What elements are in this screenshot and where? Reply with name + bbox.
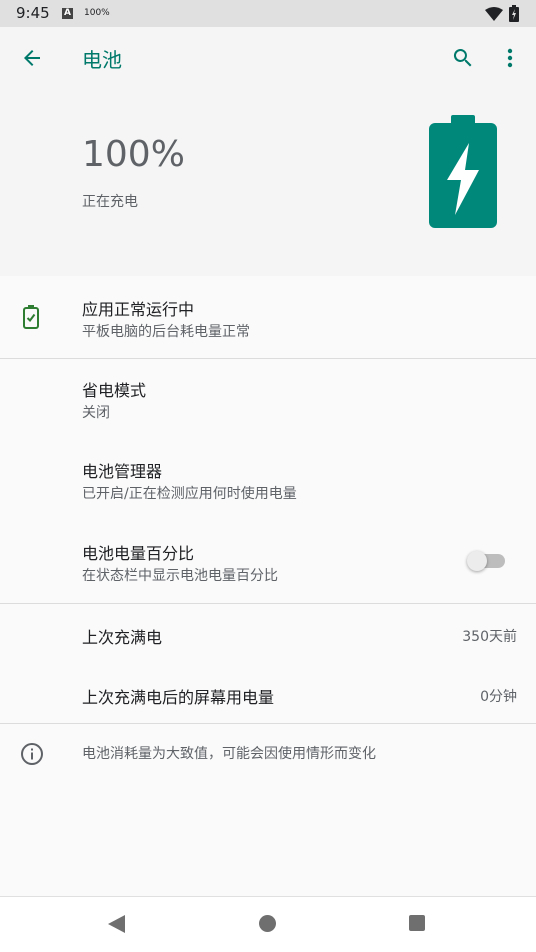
battery-percentage-summary: 在状态栏中显示电池电量百分比 [82,568,278,584]
info-icon [20,742,44,770]
battery-saver-title: 省电模式 [82,381,147,400]
battery-header: 100% 正在充电 [0,89,536,276]
battery-saver-item[interactable]: 省电模式 关闭 [0,359,536,440]
status-tip-summary: 平板电脑的后台耗电量正常 [82,324,250,340]
battery-manager-item[interactable]: 电池管理器 已开启/正在检测应用何时使用电量 [0,440,536,522]
search-icon[interactable] [451,46,475,74]
battery-state: 正在充电 [82,194,138,210]
battery-charging-icon [429,115,497,232]
battery-charging-icon [509,5,519,26]
battery-percentage-toggle[interactable] [467,549,507,573]
status-time: 9:45 [16,4,50,22]
battery-level: 100% [82,134,185,175]
screen-usage-title: 上次充满电后的屏幕用电量 [82,688,275,707]
wifi-icon [485,6,503,25]
footer-text: 电池消耗量为大致值，可能会因使用情形而变化 [82,746,376,762]
battery-percentage-title: 电池电量百分比 [82,544,195,563]
screen-usage-item: 上次充满电后的屏幕用电量 0分钟 [0,664,536,723]
back-arrow-icon[interactable] [20,46,44,74]
navigation-bar [0,896,536,952]
nav-back-icon[interactable] [108,915,125,937]
battery-check-icon [23,305,39,333]
status-tip-title: 应用正常运行中 [82,300,195,319]
battery-manager-summary: 已开启/正在检测应用何时使用电量 [82,486,297,502]
last-full-charge-title: 上次充满电 [82,628,163,647]
app-notification-icon: A [62,8,73,19]
nav-home-icon[interactable] [259,915,276,932]
footer-info: 电池消耗量为大致值，可能会因使用情形而变化 [0,724,536,784]
more-vert-icon[interactable] [500,46,520,74]
settings-list: 应用正常运行中 平板电脑的后台耗电量正常 省电模式 关闭 电池管理器 已开启/正… [0,276,536,896]
status-tip[interactable]: 应用正常运行中 平板电脑的后台耗电量正常 [0,276,536,358]
battery-percentage-item[interactable]: 电池电量百分比 在状态栏中显示电池电量百分比 [0,522,536,602]
status-bar: 9:45 A 100% [0,0,536,27]
last-full-charge-value: 350天前 [462,629,517,645]
screen-usage-value: 0分钟 [480,689,517,705]
battery-manager-title: 电池管理器 [82,462,163,481]
last-full-charge-item: 上次充满电 350天前 [0,604,536,664]
app-bar: 电池 [0,27,536,89]
page-title: 电池 [82,48,122,72]
nav-recents-icon[interactable] [409,915,425,931]
toggle-thumb [467,551,487,571]
battery-saver-summary: 关闭 [82,405,110,421]
status-battery-percent: 100% [84,8,110,18]
